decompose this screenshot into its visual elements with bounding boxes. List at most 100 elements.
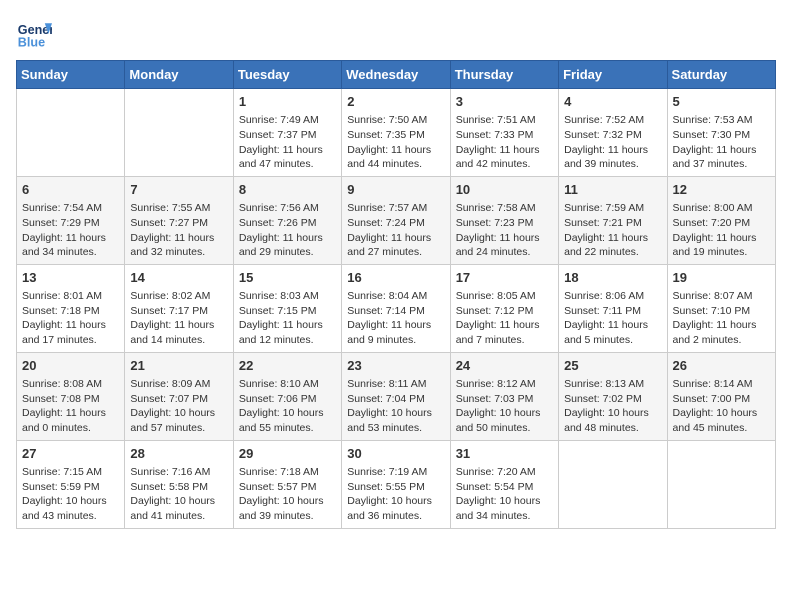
day-info: Sunrise: 8:00 AM Sunset: 7:20 PM Dayligh… [673,201,770,260]
day-number: 27 [22,445,119,463]
calendar-cell: 11 Sunrise: 7:59 AM Sunset: 7:21 PM Dayli… [559,176,667,264]
day-number: 26 [673,357,770,375]
calendar-cell: 8Sunrise: 7:56 AM Sunset: 7:26 PM Daylig… [233,176,341,264]
page-header: General Blue [16,16,776,52]
day-info: Sunrise: 7:55 AM Sunset: 7:27 PM Dayligh… [130,201,227,260]
calendar-cell: 28 Sunrise: 7:16 AM Sunset: 5:58 PM Dayli… [125,440,233,528]
col-header-sunday: Sunday [17,61,125,89]
day-number: 14 [130,269,227,287]
day-number: 3 [456,93,553,111]
day-number: 7 [130,181,227,199]
calendar-cell: 19 Sunrise: 8:07 AM Sunset: 7:10 PM Dayli… [667,264,775,352]
calendar-cell: 22 Sunrise: 8:10 AM Sunset: 7:06 PM Dayli… [233,352,341,440]
day-info: Sunrise: 7:20 AM Sunset: 5:54 PM Dayligh… [456,465,553,524]
calendar-cell: 25 Sunrise: 8:13 AM Sunset: 7:02 PM Dayli… [559,352,667,440]
day-info: Sunrise: 8:11 AM Sunset: 7:04 PM Dayligh… [347,377,444,436]
col-header-saturday: Saturday [667,61,775,89]
calendar-cell: 6 Sunrise: 7:54 AM Sunset: 7:29 PM Daylig… [17,176,125,264]
day-info: Sunrise: 8:04 AM Sunset: 7:14 PM Dayligh… [347,289,444,348]
calendar-cell: 14 Sunrise: 8:02 AM Sunset: 7:17 PM Dayli… [125,264,233,352]
day-info: Sunrise: 7:15 AM Sunset: 5:59 PM Dayligh… [22,465,119,524]
calendar-cell: 26 Sunrise: 8:14 AM Sunset: 7:00 PM Dayli… [667,352,775,440]
calendar-cell [667,440,775,528]
svg-text:Blue: Blue [18,36,45,50]
week-row-2: 6 Sunrise: 7:54 AM Sunset: 7:29 PM Daylig… [17,176,776,264]
calendar-cell: 13Sunrise: 8:01 AM Sunset: 7:18 PM Dayli… [17,264,125,352]
day-info: Sunrise: 7:19 AM Sunset: 5:55 PM Dayligh… [347,465,444,524]
col-header-wednesday: Wednesday [342,61,450,89]
day-number: 28 [130,445,227,463]
calendar-cell: 27 Sunrise: 7:15 AM Sunset: 5:59 PM Dayli… [17,440,125,528]
day-info: Sunrise: 7:50 AM Sunset: 7:35 PM Dayligh… [347,113,444,172]
day-info: Sunrise: 8:07 AM Sunset: 7:10 PM Dayligh… [673,289,770,348]
calendar-cell [559,440,667,528]
day-info: Sunrise: 8:10 AM Sunset: 7:06 PM Dayligh… [239,377,336,436]
calendar-cell: 29 Sunrise: 7:18 AM Sunset: 5:57 PM Dayli… [233,440,341,528]
day-number: 17 [456,269,553,287]
day-info: Sunrise: 8:01 AM Sunset: 7:18 PM Dayligh… [22,289,119,348]
calendar-cell: 23 Sunrise: 8:11 AM Sunset: 7:04 PM Dayli… [342,352,450,440]
day-info: Sunrise: 7:51 AM Sunset: 7:33 PM Dayligh… [456,113,553,172]
day-number: 16 [347,269,444,287]
calendar-cell: 15Sunrise: 8:03 AM Sunset: 7:15 PM Dayli… [233,264,341,352]
day-number: 29 [239,445,336,463]
day-info: Sunrise: 8:09 AM Sunset: 7:07 PM Dayligh… [130,377,227,436]
day-info: Sunrise: 8:12 AM Sunset: 7:03 PM Dayligh… [456,377,553,436]
calendar-table: SundayMondayTuesdayWednesdayThursdayFrid… [16,60,776,529]
calendar-cell: 5 Sunrise: 7:53 AM Sunset: 7:30 PM Daylig… [667,89,775,177]
col-header-monday: Monday [125,61,233,89]
week-row-1: 1 Sunrise: 7:49 AM Sunset: 7:37 PM Daylig… [17,89,776,177]
day-number: 31 [456,445,553,463]
col-header-thursday: Thursday [450,61,558,89]
week-row-5: 27 Sunrise: 7:15 AM Sunset: 5:59 PM Dayli… [17,440,776,528]
day-number: 6 [22,181,119,199]
calendar-cell: 20Sunrise: 8:08 AM Sunset: 7:08 PM Dayli… [17,352,125,440]
week-row-4: 20Sunrise: 8:08 AM Sunset: 7:08 PM Dayli… [17,352,776,440]
day-number: 19 [673,269,770,287]
calendar-cell [125,89,233,177]
day-number: 22 [239,357,336,375]
day-info: Sunrise: 7:16 AM Sunset: 5:58 PM Dayligh… [130,465,227,524]
calendar-cell: 4 Sunrise: 7:52 AM Sunset: 7:32 PM Daylig… [559,89,667,177]
calendar-cell: 1 Sunrise: 7:49 AM Sunset: 7:37 PM Daylig… [233,89,341,177]
day-number: 12 [673,181,770,199]
day-number: 18 [564,269,661,287]
day-info: Sunrise: 7:59 AM Sunset: 7:21 PM Dayligh… [564,201,661,260]
day-info: Sunrise: 7:54 AM Sunset: 7:29 PM Dayligh… [22,201,119,260]
calendar-cell: 7 Sunrise: 7:55 AM Sunset: 7:27 PM Daylig… [125,176,233,264]
calendar-cell: 10 Sunrise: 7:58 AM Sunset: 7:23 PM Dayli… [450,176,558,264]
calendar-cell: 17 Sunrise: 8:05 AM Sunset: 7:12 PM Dayli… [450,264,558,352]
day-info: Sunrise: 7:53 AM Sunset: 7:30 PM Dayligh… [673,113,770,172]
week-row-3: 13Sunrise: 8:01 AM Sunset: 7:18 PM Dayli… [17,264,776,352]
day-number: 1 [239,93,336,111]
day-info: Sunrise: 8:02 AM Sunset: 7:17 PM Dayligh… [130,289,227,348]
day-info: Sunrise: 8:08 AM Sunset: 7:08 PM Dayligh… [22,377,119,436]
day-info: Sunrise: 7:52 AM Sunset: 7:32 PM Dayligh… [564,113,661,172]
day-number: 10 [456,181,553,199]
day-number: 9 [347,181,444,199]
calendar-cell [17,89,125,177]
calendar-cell: 30Sunrise: 7:19 AM Sunset: 5:55 PM Dayli… [342,440,450,528]
day-number: 4 [564,93,661,111]
day-info: Sunrise: 8:03 AM Sunset: 7:15 PM Dayligh… [239,289,336,348]
day-number: 25 [564,357,661,375]
calendar-cell: 3 Sunrise: 7:51 AM Sunset: 7:33 PM Daylig… [450,89,558,177]
col-header-friday: Friday [559,61,667,89]
day-info: Sunrise: 8:14 AM Sunset: 7:00 PM Dayligh… [673,377,770,436]
day-info: Sunrise: 8:05 AM Sunset: 7:12 PM Dayligh… [456,289,553,348]
day-number: 11 [564,181,661,199]
col-header-tuesday: Tuesday [233,61,341,89]
calendar-cell: 2 Sunrise: 7:50 AM Sunset: 7:35 PM Daylig… [342,89,450,177]
calendar-cell: 31 Sunrise: 7:20 AM Sunset: 5:54 PM Dayli… [450,440,558,528]
day-number: 2 [347,93,444,111]
day-info: Sunrise: 7:49 AM Sunset: 7:37 PM Dayligh… [239,113,336,172]
day-info: Sunrise: 7:58 AM Sunset: 7:23 PM Dayligh… [456,201,553,260]
day-number: 21 [130,357,227,375]
day-number: 23 [347,357,444,375]
day-info: Sunrise: 8:13 AM Sunset: 7:02 PM Dayligh… [564,377,661,436]
calendar-cell: 9Sunrise: 7:57 AM Sunset: 7:24 PM Daylig… [342,176,450,264]
calendar-cell: 18Sunrise: 8:06 AM Sunset: 7:11 PM Dayli… [559,264,667,352]
day-number: 5 [673,93,770,111]
logo: General Blue [16,16,56,52]
day-info: Sunrise: 7:18 AM Sunset: 5:57 PM Dayligh… [239,465,336,524]
